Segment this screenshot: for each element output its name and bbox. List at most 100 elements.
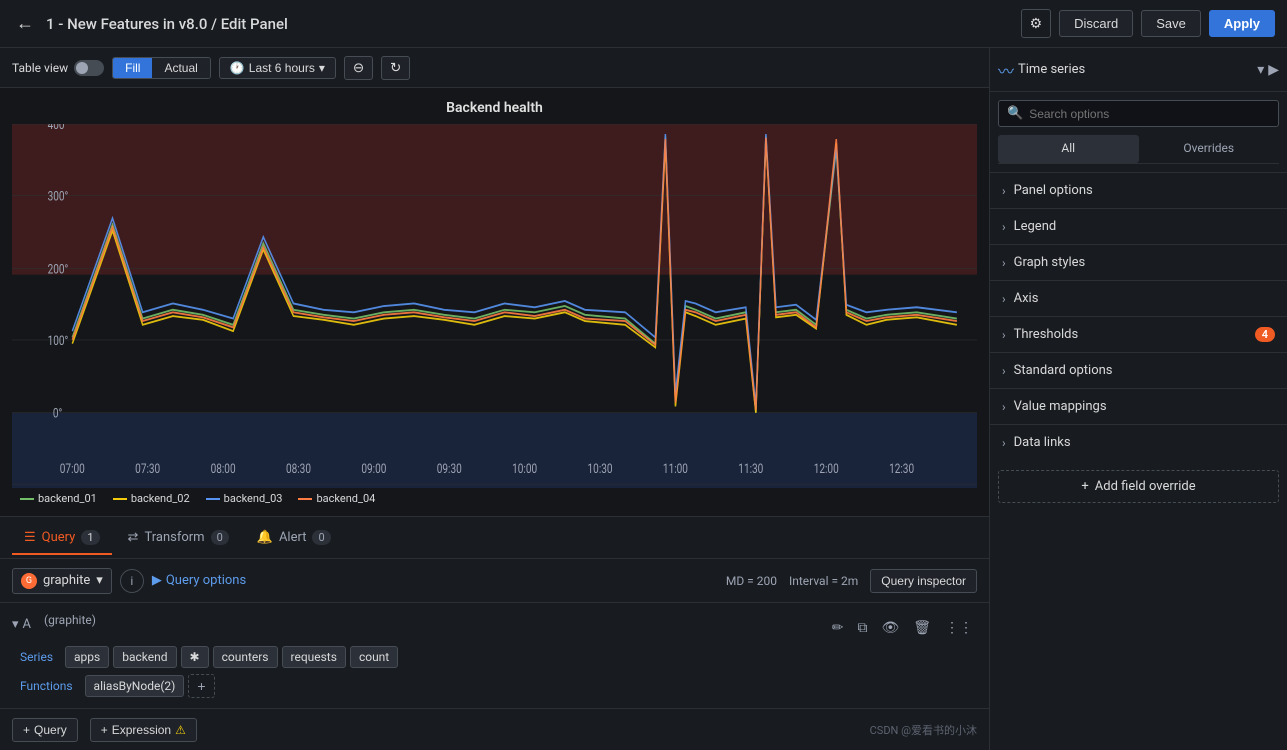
datasource-chevron: ▾ bbox=[96, 573, 103, 588]
datasource-info-button[interactable]: i bbox=[120, 569, 144, 593]
option-section-label: Panel options bbox=[1014, 183, 1275, 198]
option-section-data-links[interactable]: › Data links bbox=[990, 424, 1287, 460]
svg-text:100°: 100° bbox=[48, 333, 69, 348]
series-fields: Series apps backend ✱ counters requests … bbox=[12, 646, 977, 668]
tag-backend[interactable]: backend bbox=[113, 646, 176, 668]
add-expression-button[interactable]: + Expression ⚠ bbox=[90, 718, 197, 742]
option-section-label: Graph styles bbox=[1014, 255, 1275, 270]
bottom-bar: + Query + Expression ⚠ CSDN @爱看书的小沐 bbox=[0, 708, 989, 750]
svg-text:11:00: 11:00 bbox=[663, 461, 688, 476]
watermark: CSDN @爱看书的小沐 bbox=[870, 722, 977, 738]
query-tab-badge: 1 bbox=[81, 530, 99, 545]
actual-button[interactable]: Actual bbox=[152, 58, 209, 78]
delete-query-button[interactable]: 🗑 bbox=[909, 617, 935, 638]
refresh-button[interactable]: ↻ bbox=[381, 56, 410, 80]
query-inspector-button[interactable]: Query inspector bbox=[870, 569, 977, 593]
tab-query[interactable]: ☰ Query 1 bbox=[12, 522, 112, 555]
viz-type-icon: 〰 bbox=[998, 58, 1014, 82]
legend-item-backend01: backend_01 bbox=[20, 492, 97, 505]
option-section-axis[interactable]: › Axis bbox=[990, 280, 1287, 316]
legend-item-backend04: backend_04 bbox=[298, 492, 375, 505]
fill-button[interactable]: Fill bbox=[113, 58, 152, 78]
query-section: ☰ Query 1 ⇄ Transform 0 🔔 Alert 0 bbox=[0, 516, 989, 750]
back-button[interactable]: ← bbox=[12, 9, 38, 38]
svg-text:200°: 200° bbox=[48, 261, 69, 276]
save-button[interactable]: Save bbox=[1141, 10, 1201, 37]
chevron-right-icon: › bbox=[1002, 400, 1006, 414]
left-panel: Table view Fill Actual 🕐 Last 6 hours ▾ … bbox=[0, 48, 990, 750]
tab-transform[interactable]: ⇄ Transform 0 bbox=[116, 522, 241, 555]
warning-icon: ⚠ bbox=[175, 723, 186, 737]
copy-query-button[interactable]: ⧉ bbox=[853, 617, 871, 638]
svg-text:12:00: 12:00 bbox=[814, 461, 839, 476]
tag-count[interactable]: count bbox=[350, 646, 398, 668]
add-query-button[interactable]: + Query bbox=[12, 718, 78, 742]
drag-handle[interactable]: ⋮⋮ bbox=[941, 617, 977, 638]
option-section-label: Thresholds bbox=[1014, 327, 1247, 342]
tag-requests[interactable]: requests bbox=[282, 646, 346, 668]
tag-star[interactable]: ✱ bbox=[181, 646, 209, 668]
chart-title: Backend health bbox=[12, 100, 977, 116]
tab-all[interactable]: All bbox=[998, 135, 1139, 163]
toggle-visibility-button[interactable]: 👁 bbox=[877, 617, 903, 638]
interval-label: Interval = 2m bbox=[789, 574, 858, 588]
query-options-label: Query options bbox=[166, 573, 246, 588]
option-section-legend[interactable]: › Legend bbox=[990, 208, 1287, 244]
query-row-a: ▾ A (graphite) ✏ ⧉ 👁 🗑 ⋮⋮ bbox=[12, 613, 977, 638]
zoom-out-button[interactable]: ⊖ bbox=[344, 56, 373, 80]
option-section-value-mappings[interactable]: › Value mappings bbox=[990, 388, 1287, 424]
tab-overrides[interactable]: Overrides bbox=[1139, 135, 1280, 163]
svg-text:12:30: 12:30 bbox=[889, 461, 914, 476]
svg-text:09:00: 09:00 bbox=[361, 461, 386, 476]
settings-button[interactable]: ⚙ bbox=[1021, 9, 1052, 38]
query-options-button[interactable]: ▶ Query options bbox=[152, 573, 246, 588]
func-aliasByNode[interactable]: aliasByNode(2) bbox=[85, 675, 185, 697]
search-input[interactable] bbox=[1029, 107, 1270, 121]
viz-dropdown-button[interactable]: ▾ bbox=[1257, 61, 1264, 78]
datasource-selector[interactable]: G graphite ▾ bbox=[12, 568, 112, 594]
threshold-badge: 4 bbox=[1255, 327, 1275, 342]
add-override-button[interactable]: + Add field override bbox=[998, 470, 1279, 503]
tag-counters[interactable]: counters bbox=[213, 646, 278, 668]
table-view-switch[interactable] bbox=[74, 60, 104, 76]
option-section-label: Legend bbox=[1014, 219, 1275, 234]
option-section-label: Data links bbox=[1014, 435, 1275, 450]
edit-query-button[interactable]: ✏ bbox=[828, 617, 848, 638]
discard-button[interactable]: Discard bbox=[1059, 10, 1133, 37]
chart-legend: backend_01 backend_02 backend_03 backend… bbox=[12, 488, 977, 509]
option-section-standard-options[interactable]: › Standard options bbox=[990, 352, 1287, 388]
add-expression-icon: + bbox=[101, 723, 108, 737]
svg-text:400°: 400° bbox=[48, 124, 69, 132]
chart-svg: 400° 300° 200° 100° 0° bbox=[12, 124, 977, 488]
alert-tab-label: Alert bbox=[279, 530, 307, 545]
query-meta: MD = 200 Interval = 2m Query inspector bbox=[726, 569, 977, 593]
option-tabs: All Overrides bbox=[998, 135, 1279, 164]
functions-label[interactable]: Functions bbox=[12, 676, 81, 696]
tag-apps[interactable]: apps bbox=[65, 646, 109, 668]
option-sections: › Panel options › Legend › Graph styles … bbox=[990, 172, 1287, 460]
option-section-panel-options[interactable]: › Panel options bbox=[990, 172, 1287, 208]
add-override-icon: + bbox=[1081, 479, 1088, 494]
series-label[interactable]: Series bbox=[12, 647, 61, 667]
transform-tab-badge: 0 bbox=[211, 530, 229, 545]
viz-type-name: Time series bbox=[1018, 62, 1253, 77]
datasource-icon: G bbox=[21, 573, 37, 589]
functions-fields: Functions aliasByNode(2) + bbox=[12, 674, 977, 698]
query-tabs: ☰ Query 1 ⇄ Transform 0 🔔 Alert 0 bbox=[0, 517, 989, 559]
chevron-right-icon: › bbox=[1002, 184, 1006, 198]
option-section-graph-styles[interactable]: › Graph styles bbox=[990, 244, 1287, 280]
apply-button[interactable]: Apply bbox=[1209, 10, 1275, 37]
option-section-thresholds[interactable]: › Thresholds 4 bbox=[990, 316, 1287, 352]
svg-text:07:00: 07:00 bbox=[60, 461, 85, 476]
viz-type-bar: 〰 Time series ▾ ▶ bbox=[990, 48, 1287, 92]
query-editor: ▾ A (graphite) ✏ ⧉ 👁 🗑 ⋮⋮ bbox=[0, 603, 989, 708]
add-expression-label: Expression bbox=[112, 723, 171, 737]
time-range-button[interactable]: 🕐 Last 6 hours ▾ bbox=[219, 57, 336, 79]
add-function-button[interactable]: + bbox=[188, 674, 214, 698]
query-content: (graphite) bbox=[40, 613, 820, 628]
page-title: 1 - New Features in v8.0 / Edit Panel bbox=[46, 15, 1013, 33]
viz-nav-button[interactable]: ▶ bbox=[1268, 61, 1279, 78]
fill-actual-group: Fill Actual bbox=[112, 57, 211, 79]
tab-alert[interactable]: 🔔 Alert 0 bbox=[245, 522, 343, 555]
datasource-name: graphite bbox=[43, 573, 90, 588]
